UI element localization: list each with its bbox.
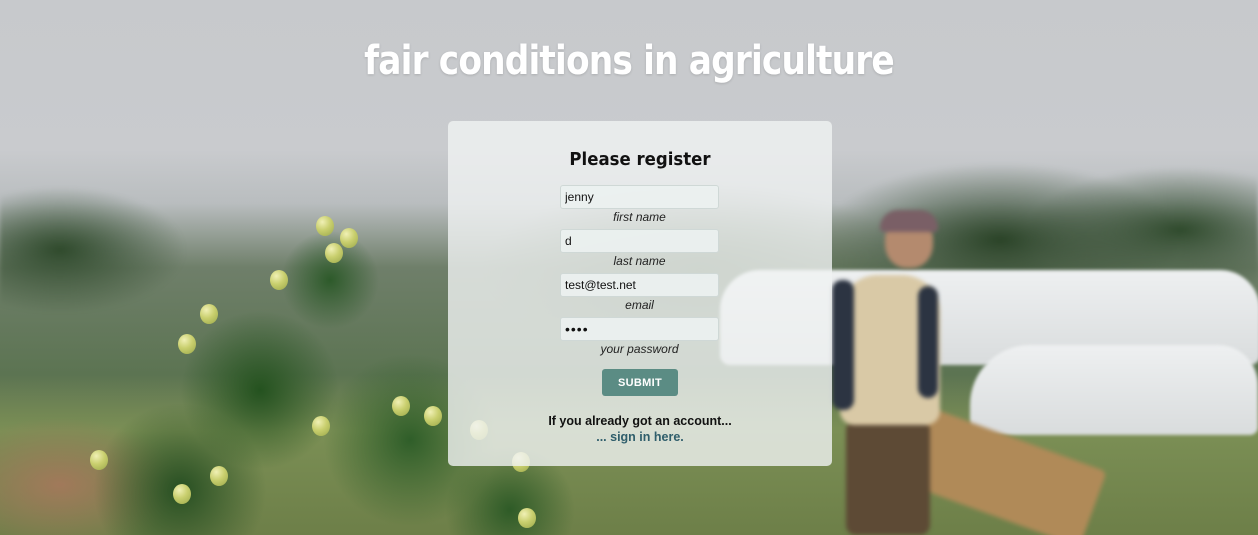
berry — [210, 466, 228, 486]
page-title: fair conditions in agriculture — [364, 38, 894, 84]
berry — [270, 270, 288, 290]
berry — [200, 304, 218, 324]
berry — [312, 416, 330, 436]
email-label: email — [625, 298, 654, 312]
first-name-label: first name — [613, 210, 666, 224]
account-prompt: If you already got an account... — [548, 414, 732, 428]
berry — [424, 406, 442, 426]
email-input[interactable] — [560, 273, 719, 297]
farmer-arm — [918, 286, 938, 398]
last-name-input[interactable] — [560, 229, 719, 253]
berry — [316, 216, 334, 236]
register-form: Please register first name last name ema… — [448, 121, 832, 466]
berry — [392, 396, 410, 416]
farmer-hat — [880, 210, 938, 232]
form-heading: Please register — [569, 149, 711, 170]
berry — [518, 508, 536, 528]
first-name-input[interactable] — [560, 185, 719, 209]
berry — [173, 484, 191, 504]
password-input[interactable] — [560, 317, 719, 341]
berry — [340, 228, 358, 248]
farmer-arm — [832, 280, 854, 410]
password-label: your password — [600, 342, 679, 356]
berry — [325, 243, 343, 263]
berry — [90, 450, 108, 470]
last-name-label: last name — [613, 254, 666, 268]
berry — [178, 334, 196, 354]
submit-button[interactable]: SUBMIT — [602, 369, 678, 396]
polytunnel — [970, 345, 1258, 435]
farmer-legs — [846, 420, 930, 535]
sign-in-link[interactable]: ... sign in here. — [448, 430, 832, 444]
